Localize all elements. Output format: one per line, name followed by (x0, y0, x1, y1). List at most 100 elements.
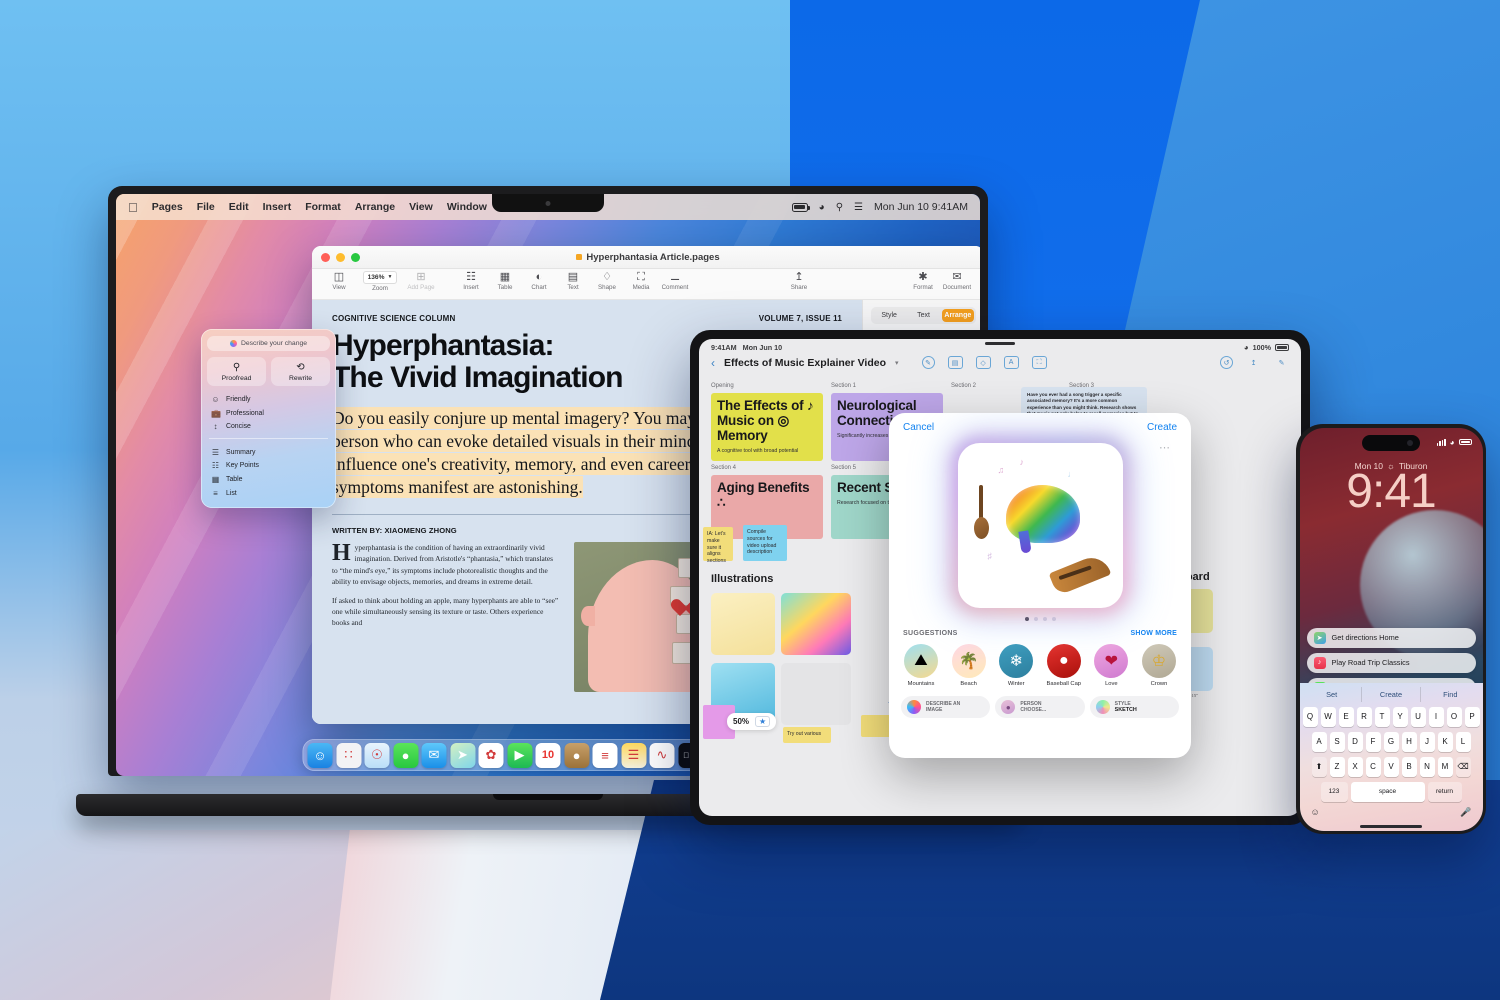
dock-item-freeform[interactable]: ∿ (649, 742, 675, 768)
key-b[interactable]: B (1401, 756, 1417, 777)
suggestion-winter[interactable]: ❄ Winter (997, 644, 1035, 687)
suggestion-beach[interactable]: 🌴 Beach (950, 644, 988, 687)
key-c[interactable]: C (1365, 756, 1381, 777)
tone-list[interactable]: ☺ Friendly 💼 Professional ↕ Concise (207, 393, 330, 434)
playground-options[interactable]: DESCRIBE AN IMAGE ● PERSON CHOOSE... STY… (889, 687, 1191, 718)
pages-toolbar[interactable]: ◫ View 136% ▼ Zoom ⊞ Add Page ☷ Insert ▦… (312, 269, 980, 300)
menu-item-pages[interactable]: Pages (152, 201, 183, 213)
menu-item-arrange[interactable]: Arrange (355, 201, 395, 213)
delete-icon[interactable]: ⌫ (1455, 756, 1471, 777)
keyboard-row-4[interactable]: 123 space return (1303, 781, 1480, 802)
suggestions-row[interactable]: ⛰ Mountains 🌴 Beach ❄ Winter ● Baseball … (889, 637, 1191, 687)
undo-icon[interactable]: ↺ (1220, 356, 1233, 369)
key-a[interactable]: A (1311, 731, 1327, 752)
board-thumb-illustration-4[interactable] (781, 663, 851, 725)
prediction-find[interactable]: Find (1420, 686, 1479, 702)
key-d[interactable]: D (1347, 731, 1363, 752)
minimize-button[interactable] (336, 252, 345, 262)
maximize-button[interactable] (351, 252, 360, 262)
ipad-nav-bar[interactable]: ‹ Effects of Music Explainer Video ▾ ✎ ▤… (699, 352, 1301, 375)
keyboard-predictions[interactable]: Set Create Find (1303, 686, 1480, 702)
toolbar-format[interactable]: ✱ Format (906, 271, 940, 291)
suggestion-mountains[interactable]: ⛰ Mountains (902, 644, 940, 687)
create-button[interactable]: Create (1147, 422, 1177, 433)
format-tabs[interactable]: Style Text Arrange (871, 307, 976, 324)
generated-image[interactable]: ♫ ♪ ♩ ♯ (957, 443, 1123, 608)
dock-item-facetime[interactable]: ▶ (507, 742, 532, 768)
numbers-key[interactable]: 123 (1320, 781, 1348, 802)
show-more-button[interactable]: SHOW MORE (1130, 630, 1177, 637)
dock-item-finder[interactable]: ☺ (307, 742, 333, 768)
toolbar-add-page[interactable]: ⊞ Add Page (404, 271, 438, 291)
format-key-points[interactable]: ☷ Key Points (207, 459, 330, 473)
toolbar-zoom[interactable]: 136% ▼ Zoom (356, 271, 404, 292)
board-note-1[interactable]: IA: Let's make sure it aligns sections (703, 527, 733, 564)
keyboard-row-2[interactable]: ASDFGHJKL (1303, 731, 1480, 752)
wifi-icon[interactable]: ◕ (819, 202, 825, 213)
microphone-icon[interactable]: 🎤 (1460, 807, 1471, 818)
menubar-clock[interactable]: Mon Jun 10 9:41AM (874, 201, 968, 213)
toolbar-insert[interactable]: ☷ Insert (454, 271, 488, 291)
prediction-set[interactable]: Set (1303, 687, 1361, 702)
key-z[interactable]: Z (1329, 756, 1345, 777)
page-dot-1[interactable] (1024, 617, 1029, 621)
board-note-4[interactable]: Try out various (783, 727, 831, 743)
key-x[interactable]: X (1347, 756, 1363, 777)
key-m[interactable]: M (1437, 756, 1453, 777)
key-p[interactable]: P (1464, 706, 1480, 727)
key-v[interactable]: V (1383, 756, 1399, 777)
tone-friendly[interactable]: ☺ Friendly (207, 393, 330, 407)
freeform-board[interactable]: Opening The Effects of ♪ Music on ◎ Memo… (699, 375, 1301, 760)
key-e[interactable]: E (1338, 706, 1354, 727)
menu-item-edit[interactable]: Edit (229, 201, 249, 213)
key-i[interactable]: I (1428, 706, 1444, 727)
pen-icon[interactable]: ✎ (921, 356, 935, 369)
menu-item-file[interactable]: File (197, 201, 215, 213)
key-o[interactable]: O (1446, 706, 1462, 727)
key-t[interactable]: T (1374, 706, 1390, 727)
tab-text[interactable]: Text (907, 309, 939, 322)
format-list-item[interactable]: ≡ List (207, 486, 330, 500)
chevron-down-icon[interactable]: ▾ (895, 359, 899, 367)
dock-item-launchpad[interactable]: ∷ (336, 742, 361, 768)
dock-item-calendar[interactable]: 10 (535, 742, 561, 768)
format-summary[interactable]: ☰ Summary (207, 446, 330, 460)
apple-logo-icon[interactable]:  (128, 201, 138, 214)
key-n[interactable]: N (1419, 756, 1435, 777)
image-playground-dialog[interactable]: Cancel Create ⋯ ♫ ♪ ♩ ♯ SUGGESTIONS SHOW… (889, 413, 1191, 758)
playground-header[interactable]: Cancel Create (889, 413, 1191, 435)
key-j[interactable]: J (1419, 731, 1435, 752)
key-w[interactable]: W (1320, 706, 1336, 727)
describe-image-option[interactable]: DESCRIBE AN IMAGE (901, 696, 991, 718)
siri-suggestion-directions[interactable]: ➤ Get directions Home (1306, 627, 1476, 648)
close-button[interactable] (321, 252, 330, 262)
compose-icon[interactable]: ✎ (1274, 356, 1289, 369)
rewrite-button[interactable]: ⟲ Rewrite (271, 357, 330, 386)
dock-item-notes[interactable]: ☰ (621, 742, 646, 768)
toolbar-document[interactable]: ✉ Document (940, 271, 974, 291)
window-controls[interactable] (321, 252, 360, 262)
person-option[interactable]: ● PERSON CHOOSE... (995, 696, 1085, 718)
board-note-2[interactable]: Compile sources for video upload descrip… (743, 525, 787, 561)
media-icon[interactable]: ⛶ (1031, 356, 1047, 369)
writing-tools-popover[interactable]: Describe your change ⚲ Proofread ⟲ Rewri… (201, 329, 336, 508)
dock-item-safari[interactable]: ☉ (364, 742, 390, 768)
tab-style[interactable]: Style (873, 309, 905, 322)
star-icon[interactable]: ★ (755, 716, 771, 727)
describe-change-input[interactable]: Describe your change (207, 336, 330, 351)
key-q[interactable]: Q (1302, 706, 1318, 727)
battery-icon[interactable] (791, 202, 810, 212)
style-option[interactable]: STYLE SKETCH (1089, 696, 1179, 718)
proofread-button[interactable]: ⚲ Proofread (207, 357, 266, 386)
tone-concise[interactable]: ↕ Concise (207, 420, 330, 434)
board-thumb-illustration-2[interactable] (781, 593, 851, 655)
page-dot-3[interactable] (1042, 617, 1047, 621)
menu-item-insert[interactable]: Insert (263, 201, 292, 213)
key-r[interactable]: R (1356, 706, 1372, 727)
text-box-icon[interactable]: A (1003, 356, 1019, 369)
page-dot-4[interactable] (1051, 617, 1056, 621)
menu-item-view[interactable]: View (409, 201, 433, 213)
more-dots-icon[interactable]: ⋯ (1159, 441, 1171, 454)
key-y[interactable]: Y (1392, 706, 1408, 727)
shapes-icon[interactable]: ◇ (975, 356, 991, 369)
